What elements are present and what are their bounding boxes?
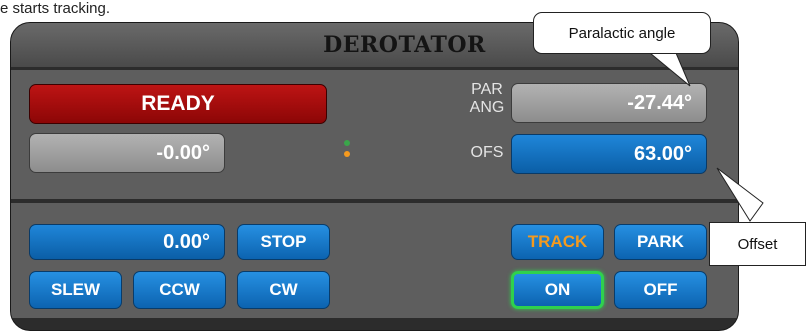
document-text: e starts tracking. — [0, 0, 111, 17]
cw-button[interactable]: CW — [237, 271, 330, 309]
status-led-orange — [344, 151, 350, 157]
park-button[interactable]: PARK — [614, 224, 707, 260]
position-readout: -0.00° — [29, 133, 225, 173]
status-indicator: READY — [29, 84, 327, 124]
slew-button[interactable]: SLEW — [29, 271, 122, 309]
status-section: READY -0.00° PAR ANG -27.44° OFS 63.00° — [11, 70, 738, 199]
par-label-line1: PAR — [471, 81, 503, 98]
target-angle-input[interactable]: 0.00° — [29, 224, 225, 260]
par-ang-label: PAR ANG — [464, 81, 510, 117]
on-button[interactable]: ON — [511, 271, 604, 309]
offset-callout: Offset — [709, 222, 806, 266]
ofs-label: OFS — [470, 144, 504, 161]
par-angle-readout: -27.44° — [511, 83, 707, 123]
panel-title: DEROTATOR — [323, 32, 486, 58]
off-button[interactable]: OFF — [614, 271, 707, 309]
par-label-line2: ANG — [469, 99, 505, 116]
derotator-panel: DEROTATOR READY -0.00° PAR ANG -27.44° O… — [10, 22, 739, 331]
track-button[interactable]: TRACK — [511, 224, 604, 260]
control-section: 0.00° STOP SLEW CCW CW TRACK PARK ON OFF — [11, 203, 738, 318]
status-led-green — [344, 140, 350, 146]
offset-input[interactable]: 63.00° — [511, 134, 707, 174]
stop-button[interactable]: STOP — [237, 224, 330, 260]
paralactic-angle-callout: Paralactic angle — [533, 12, 711, 54]
ccw-button[interactable]: CCW — [133, 271, 226, 309]
